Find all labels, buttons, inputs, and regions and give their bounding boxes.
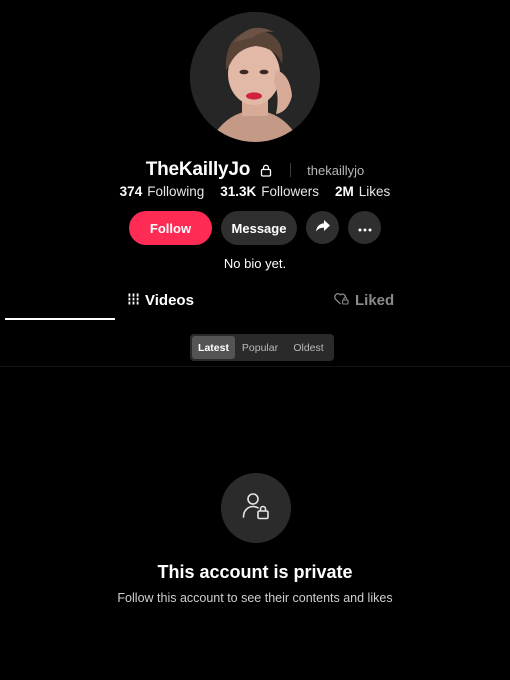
tab-liked[interactable]: Liked (334, 292, 394, 309)
following-count: 374 (119, 184, 143, 199)
stat-followers[interactable]: 31.3K Followers (220, 184, 319, 204)
private-account-subtitle: Follow this account to see their content… (117, 591, 393, 605)
private-account-title: This account is private (157, 562, 353, 582)
grid-icon (128, 292, 139, 309)
likes-label: Likes (358, 184, 391, 199)
username: thekaillyjo (307, 162, 365, 178)
sort-popular-button[interactable]: Popular (235, 336, 285, 359)
sort-control: Latest Popular Oldest (190, 334, 334, 361)
stat-likes: 2M Likes (335, 184, 390, 204)
message-button[interactable]: Message (221, 211, 297, 245)
likes-count: 2M (335, 184, 354, 199)
content-divider (0, 366, 510, 367)
follow-button[interactable]: Follow (129, 211, 212, 245)
sort-oldest-button[interactable]: Oldest (285, 336, 332, 359)
following-label: Following (147, 184, 205, 199)
profile-bio: No bio yet. (223, 256, 287, 271)
more-button[interactable] (348, 211, 381, 244)
name-separator (290, 163, 292, 177)
profile-stats: 374 Following 31.3K Followers 2M Likes (0, 184, 510, 204)
tab-videos[interactable]: Videos (128, 292, 194, 309)
lock-icon (260, 164, 272, 177)
followers-label: Followers (261, 184, 320, 199)
avatar-image (190, 12, 320, 142)
active-tab-indicator (5, 318, 115, 320)
tab-liked-label: Liked (355, 292, 395, 309)
display-name: TheKaillyJo (145, 159, 251, 180)
user-lock-icon (240, 490, 272, 527)
stat-following[interactable]: 374 Following (120, 184, 205, 204)
profile-tabs: Videos Liked (0, 288, 510, 322)
profile-avatar[interactable] (190, 12, 320, 142)
share-button[interactable] (306, 211, 339, 244)
tab-videos-label: Videos (145, 292, 194, 309)
profile-header-row: TheKaillyJo thekaillyjo (0, 157, 510, 183)
more-dots-icon (358, 220, 372, 235)
private-account-icon-circle (221, 473, 291, 543)
share-arrow-icon (315, 219, 331, 236)
heart-lock-icon (334, 292, 349, 309)
followers-count: 31.3K (220, 184, 257, 199)
sort-latest-button[interactable]: Latest (192, 336, 235, 359)
